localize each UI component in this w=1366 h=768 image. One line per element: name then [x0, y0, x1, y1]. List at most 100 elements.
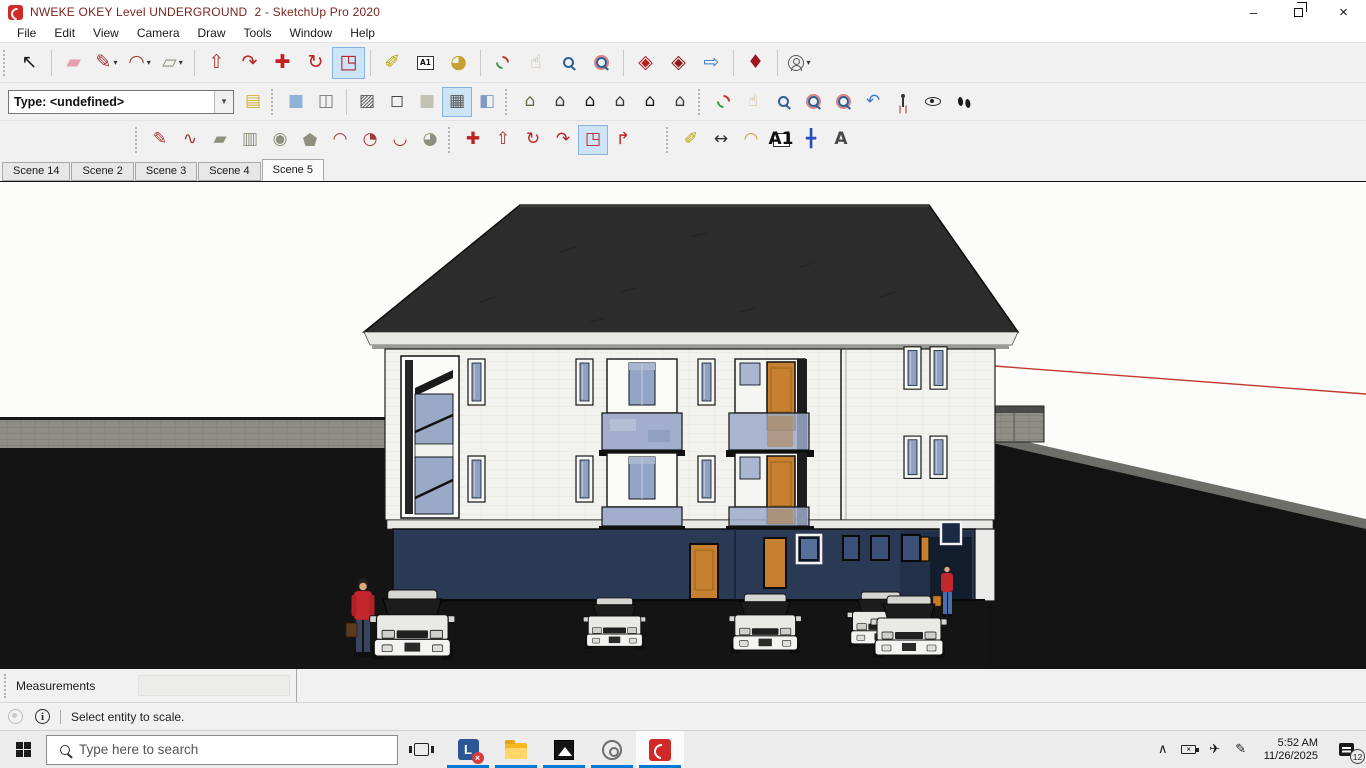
view-front[interactable]: ⌂	[575, 87, 605, 117]
scene-tab-scene-3[interactable]: Scene 3	[135, 162, 197, 181]
basement-window-2[interactable]	[843, 536, 859, 560]
pan-tool-2[interactable]: ☝	[738, 87, 768, 117]
ruby-gem[interactable]: ♦	[739, 47, 772, 79]
rectangle-tool-2[interactable]: ▰	[205, 125, 235, 155]
classifier-tool[interactable]: ▤	[238, 87, 268, 117]
scale-tool-2[interactable]: ◳	[578, 125, 608, 155]
paint-bucket-tool[interactable]: ◕	[442, 47, 475, 79]
tape-measure-tool[interactable]: ✐	[376, 47, 409, 79]
rotate-tool-2[interactable]: ↻	[518, 125, 548, 155]
protractor-tool[interactable]: ◠	[736, 125, 766, 155]
task-view-button[interactable]	[398, 731, 444, 768]
toolbar-grip[interactable]	[271, 89, 275, 115]
menu-camera[interactable]: Camera	[128, 24, 189, 42]
text-tool[interactable]	[409, 47, 442, 79]
pushpull-tool-2[interactable]: ⇧	[488, 125, 518, 155]
zoom-window-tool[interactable]	[798, 87, 828, 117]
measurements-grip[interactable]	[4, 674, 8, 698]
boundary-wall-left[interactable]	[0, 417, 391, 448]
taskbar-app-disc[interactable]	[588, 731, 636, 768]
scene-tab-scene-2[interactable]: Scene 2	[71, 162, 133, 181]
toolbar-grip[interactable]	[135, 127, 139, 153]
menu-tools[interactable]: Tools	[235, 24, 281, 42]
style-back-edges[interactable]: ▨	[352, 87, 382, 117]
3d-warehouse[interactable]: ◈	[629, 47, 662, 79]
close-button[interactable]: ×	[1321, 0, 1366, 24]
dimension-tool[interactable]: ↔	[706, 125, 736, 155]
zoom-extents-tool[interactable]	[585, 47, 618, 79]
zoom-tool[interactable]	[552, 47, 585, 79]
taskbar-app-blue-l[interactable]	[444, 731, 492, 768]
menu-draw[interactable]: Draw	[189, 24, 235, 42]
pushpull-tool[interactable]: ⇧	[200, 47, 233, 79]
ground-floor[interactable]	[393, 522, 995, 601]
toolbar-grip[interactable]	[666, 127, 670, 153]
style-hidden-line[interactable]: ■	[412, 87, 442, 117]
2-point-arc-tool[interactable]: ◔	[355, 125, 385, 155]
move-tool-2[interactable]: ✚	[458, 125, 488, 155]
door-1[interactable]	[690, 544, 718, 599]
menu-view[interactable]: View	[84, 24, 128, 42]
taskbar-app-sketchup[interactable]	[636, 731, 684, 768]
text-tool-2[interactable]	[766, 125, 796, 155]
pan-tool[interactable]: ☝	[519, 47, 552, 79]
walk-tool[interactable]	[948, 87, 978, 117]
basement-window-3[interactable]	[871, 536, 889, 560]
style-shaded-textures[interactable]: ▦	[442, 87, 472, 117]
style-xray[interactable]: ◫	[311, 87, 341, 117]
offset-tool[interactable]: ↱	[608, 125, 638, 155]
pen-icon[interactable]: ✎	[1228, 731, 1254, 768]
stairwell-window[interactable]	[401, 356, 459, 518]
door-2[interactable]	[764, 538, 786, 588]
viewport-canvas[interactable]	[0, 181, 1366, 668]
pie-tool[interactable]: ◕	[415, 125, 445, 155]
scene-tab-scene-4[interactable]: Scene 4	[198, 162, 260, 181]
axes-tool[interactable]: ╋	[796, 125, 826, 155]
line-tool[interactable]: ✎▾	[90, 47, 123, 79]
view-iso[interactable]: ⌂	[515, 87, 545, 117]
minimize-button[interactable]: –	[1231, 0, 1276, 24]
previous-view[interactable]: ↶	[858, 87, 888, 117]
3-point-arc-tool[interactable]: ◡	[385, 125, 415, 155]
account[interactable]: ▾	[783, 47, 816, 79]
circle-tool[interactable]: ◉	[265, 125, 295, 155]
start-button[interactable]	[0, 731, 46, 768]
line-tool-2[interactable]: ✎	[145, 125, 175, 155]
share-model[interactable]: ⇨	[695, 47, 728, 79]
toolbar-grip[interactable]	[448, 127, 452, 153]
view-back[interactable]: ⌂	[545, 87, 575, 117]
rectangle-tool[interactable]: ▱▾	[156, 47, 189, 79]
airplane-mode-icon[interactable]: ✈	[1202, 731, 1228, 768]
building[interactable]	[364, 205, 1018, 601]
geolocation-icon[interactable]	[8, 709, 23, 724]
tray-chevron-icon[interactable]: ∧	[1150, 731, 1176, 768]
search-input[interactable]	[79, 742, 397, 757]
move-tool[interactable]: ✚	[266, 47, 299, 79]
extension-warehouse[interactable]: ◈	[662, 47, 695, 79]
polygon-tool[interactable]	[295, 125, 325, 155]
select-tool[interactable]: ↖	[13, 47, 46, 79]
menu-file[interactable]: File	[8, 24, 45, 42]
look-around[interactable]	[918, 87, 948, 117]
rectangle-tool-dropdown[interactable]: ▾	[179, 58, 183, 67]
orbit-tool-2[interactable]	[708, 87, 738, 117]
scale-tool[interactable]: ◳	[332, 47, 365, 79]
rotate-tool[interactable]: ↻	[299, 47, 332, 79]
view-right[interactable]: ⌂	[665, 87, 695, 117]
scene-tab-scene-14[interactable]: Scene 14	[2, 162, 70, 181]
style-shaded[interactable]: ■	[281, 87, 311, 117]
style-monochrome[interactable]: ◧	[472, 87, 502, 117]
menu-window[interactable]: Window	[281, 24, 342, 42]
rotated-rectangle-tool[interactable]: ▥	[235, 125, 265, 155]
orbit-tool[interactable]	[486, 47, 519, 79]
taskbar-app-photos[interactable]	[540, 731, 588, 768]
style-wireframe[interactable]: ◻	[382, 87, 412, 117]
freehand-tool[interactable]: ∿	[175, 125, 205, 155]
taskbar-search[interactable]	[46, 735, 398, 765]
account-dropdown[interactable]: ▾	[806, 58, 810, 67]
arc-tool-dropdown[interactable]: ▾	[147, 58, 151, 67]
eraser-tool[interactable]: ▰	[57, 47, 90, 79]
zoom-tool-2[interactable]	[768, 87, 798, 117]
position-camera[interactable]	[888, 87, 918, 117]
taskbar-app-file-explorer[interactable]	[492, 731, 540, 768]
